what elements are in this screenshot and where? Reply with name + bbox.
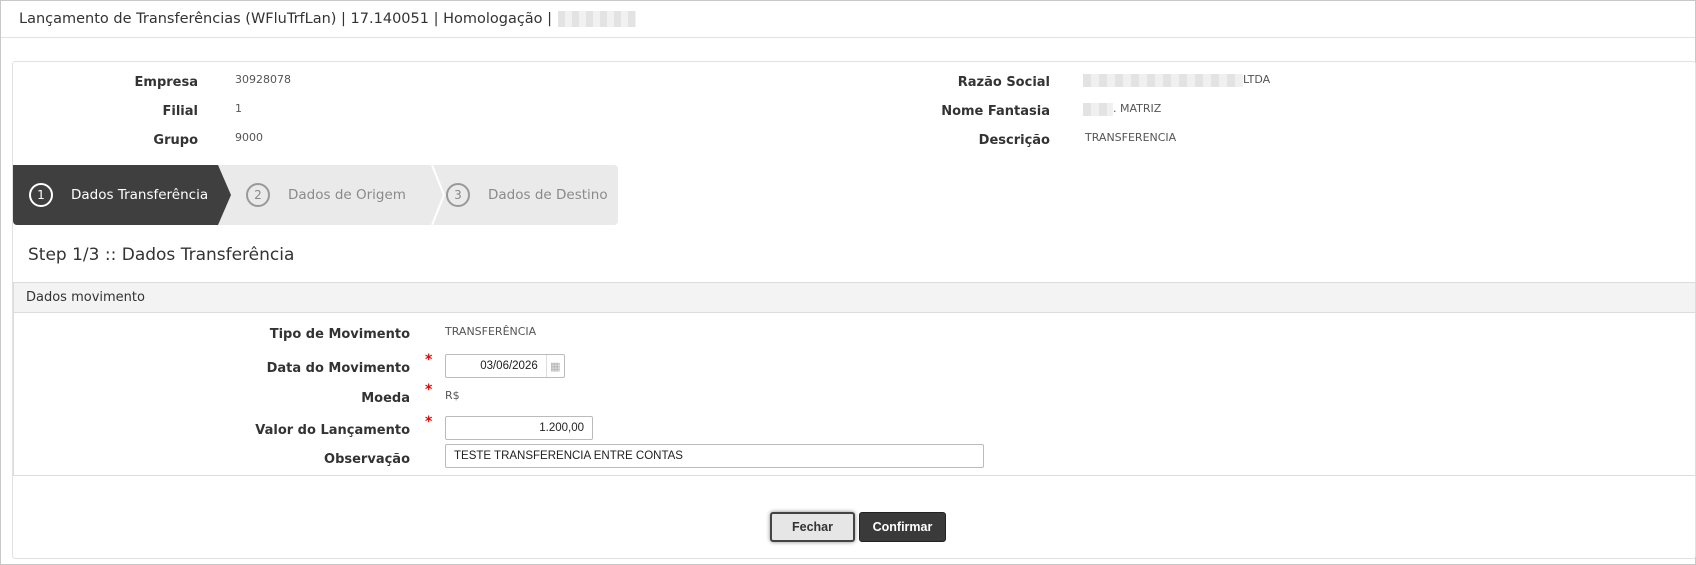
step-label-3: Dados de Destino <box>488 187 608 203</box>
razao-social-suffix: LTDA <box>1243 73 1271 86</box>
empresa-label: Empresa <box>134 75 198 90</box>
valor-lancamento-text: 1.200,00 <box>539 422 584 434</box>
step-number-3: 3 <box>446 183 470 207</box>
observacao-text: TESTE TRANSFERENCIA ENTRE CONTAS <box>454 450 683 462</box>
tipo-movimento-value: TRANSFERÊNCIA <box>445 325 537 338</box>
grupo-label: Grupo <box>153 133 198 148</box>
step-number-2: 2 <box>246 183 270 207</box>
descricao-value: TRANSFERENCIA <box>1085 131 1177 144</box>
razao-social-value: LTDA <box>1083 73 1270 87</box>
observacao-label: Observação <box>324 452 410 467</box>
redacted-fantasia-name <box>1083 102 1113 116</box>
window-title-text: Lançamento de Transferências (WFluTrfLan… <box>19 11 553 27</box>
valor-lancamento-input[interactable]: 1.200,00 <box>445 416 593 440</box>
section-header: Dados movimento <box>14 283 1695 313</box>
moeda-label: Moeda <box>361 391 410 406</box>
nome-fantasia-suffix: . MATRIZ <box>1113 102 1162 115</box>
step-number-1: 1 <box>29 183 53 207</box>
step-heading: Step 1/3 :: Dados Transferência <box>28 245 295 265</box>
redacted-env-name <box>558 11 637 27</box>
required-marker: * <box>425 414 433 430</box>
descricao-label: Descrição <box>978 133 1050 148</box>
window-title: Lançamento de Transferências (WFluTrfLan… <box>19 11 637 27</box>
moeda-value: R$ <box>445 389 460 402</box>
tipo-movimento-label: Tipo de Movimento <box>269 327 410 342</box>
data-movimento-input[interactable]: 03/06/2026 ▦ <box>445 354 565 378</box>
title-bar: Lançamento de Transferências (WFluTrfLan… <box>1 1 1695 38</box>
observacao-input[interactable]: TESTE TRANSFERENCIA ENTRE CONTAS <box>445 444 984 468</box>
nome-fantasia-value: . MATRIZ <box>1083 102 1161 116</box>
section-title: Dados movimento <box>26 290 145 305</box>
wizard-step-2[interactable]: 2 Dados de Origem <box>246 165 416 225</box>
required-marker: * <box>425 382 433 398</box>
wizard-step-3[interactable]: 3 Dados de Destino <box>446 165 616 225</box>
nome-fantasia-label: Nome Fantasia <box>941 104 1050 119</box>
filial-label: Filial <box>162 104 198 119</box>
data-movimento-label: Data do Movimento <box>266 361 410 376</box>
filial-value: 1 <box>235 102 242 115</box>
grupo-value: 9000 <box>235 131 263 144</box>
calendar-icon[interactable]: ▦ <box>545 355 564 377</box>
step-label-2: Dados de Origem <box>288 187 406 203</box>
active-step-arrow <box>218 165 231 225</box>
step-separator-chevron <box>431 165 445 225</box>
empresa-value: 30928078 <box>235 73 291 86</box>
confirmar-button[interactable]: Confirmar <box>859 512 946 542</box>
wizard-step-1[interactable]: 1 Dados Transferência <box>13 165 218 225</box>
redacted-company-name <box>1083 73 1243 87</box>
fechar-button[interactable]: Fechar <box>770 512 855 542</box>
razao-social-label: Razão Social <box>957 75 1050 90</box>
wizard-steps: 1 Dados Transferência 2 Dados de Origem … <box>13 165 618 225</box>
data-movimento-text: 03/06/2026 <box>480 360 538 372</box>
required-marker: * <box>425 352 433 368</box>
valor-lancamento-label: Valor do Lançamento <box>255 423 410 438</box>
step-label-1: Dados Transferência <box>71 187 209 203</box>
